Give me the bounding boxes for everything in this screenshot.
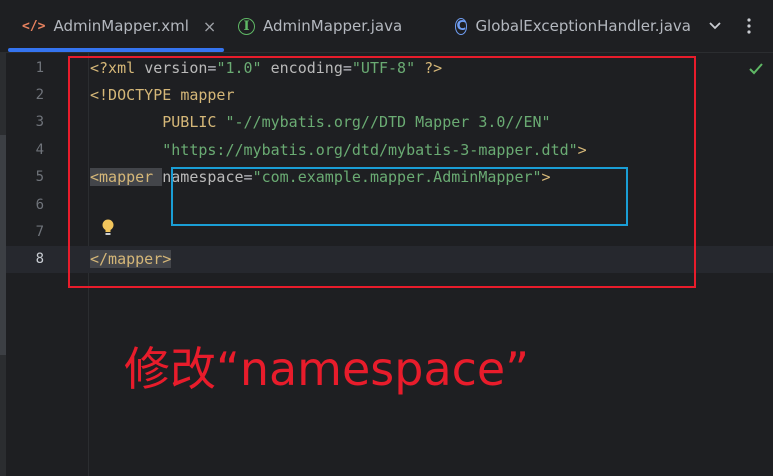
active-tab-indicator (8, 48, 224, 52)
line-number: 1 (35, 60, 44, 76)
editor-tab-bar: </> AdminMapper.xml × I AdminMapper.java… (0, 0, 773, 53)
line-number: 6 (35, 197, 44, 213)
more-options-button[interactable] (746, 0, 752, 52)
line-number: 7 (35, 224, 44, 240)
more-vertical-icon (747, 18, 751, 34)
tab-label: AdminMapper.xml (53, 17, 189, 35)
tab-label: GlobalExceptionHandler.java (475, 17, 691, 35)
tab-globalexceptionhandler-java[interactable]: C GlobalExceptionHandler.java (455, 0, 691, 52)
check-icon[interactable] (748, 62, 764, 76)
annotation-text: 修改“namespace” (124, 342, 530, 396)
tab-adminmapper-java[interactable]: I AdminMapper.java (238, 0, 402, 52)
line-number-current: 8 (35, 251, 44, 267)
tab-adminmapper-xml[interactable]: </> AdminMapper.xml × (22, 0, 216, 52)
class-icon: C (455, 17, 468, 35)
interface-icon: I (238, 17, 255, 35)
line-number: 3 (35, 114, 44, 130)
tab-list-dropdown[interactable] (708, 0, 722, 52)
xml-file-icon: </> (22, 18, 46, 34)
line-number: 4 (35, 142, 44, 158)
line-number: 5 (35, 169, 44, 185)
annotation-blue-box (171, 167, 628, 226)
tab-label: AdminMapper.java (263, 17, 403, 35)
chevron-down-icon (709, 22, 721, 30)
close-icon[interactable]: × (203, 17, 216, 36)
line-number: 2 (35, 87, 44, 103)
